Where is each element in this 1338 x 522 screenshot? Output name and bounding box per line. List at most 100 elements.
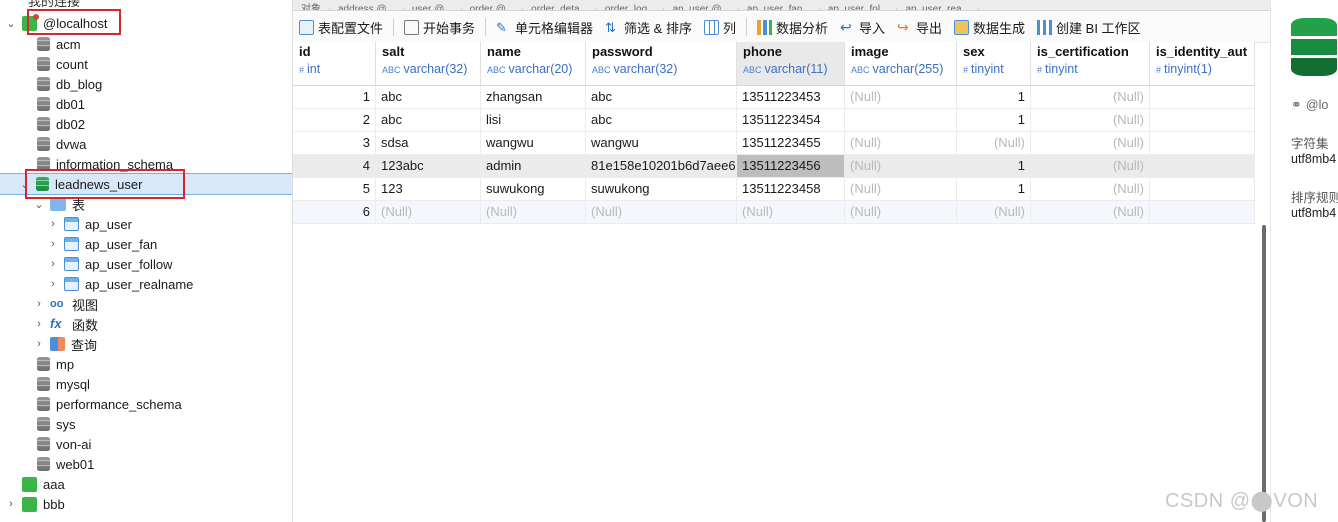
tree-db-db02[interactable]: db02 — [0, 114, 292, 134]
tree-db-count[interactable]: count — [0, 54, 292, 74]
table-cell-name[interactable]: zhangsan — [481, 86, 586, 109]
table-cell-salt[interactable]: sdsa — [376, 132, 481, 155]
table-cell-id[interactable]: 3 — [293, 132, 376, 155]
table-cell-id[interactable]: 2 — [293, 109, 376, 132]
table-cell-name[interactable]: lisi — [481, 109, 586, 132]
table-cell-image[interactable]: (Null) — [845, 178, 957, 201]
table-cell-is-certification[interactable]: (Null) — [1031, 155, 1150, 178]
tree-table-ap-user-realname[interactable]: › ap_user_realname — [0, 274, 292, 294]
table-cell-password[interactable]: 81e158e10201b6d7aee6 — [586, 155, 737, 178]
table-cell-is-identity-aut[interactable] — [1150, 132, 1255, 155]
table-cell-image[interactable]: (Null) — [845, 86, 957, 109]
column-header-is-identity-aut[interactable]: is_identity_aut # tinyint(1) — [1150, 42, 1255, 86]
cell-editor-button[interactable]: ✎ 单元格编辑器 — [490, 14, 599, 40]
chevron-right-icon[interactable]: › — [32, 298, 46, 310]
data-generate-button[interactable]: 数据生成 — [948, 14, 1031, 40]
table-cell-name[interactable]: (Null) — [481, 201, 586, 224]
table-cell-is-certification[interactable]: (Null) — [1031, 178, 1150, 201]
table-config-button[interactable]: 表配置文件 — [293, 14, 389, 40]
tree-connection-aaa[interactable]: aaa — [0, 474, 292, 494]
editor-tab[interactable]: ap_user_fol... — [820, 5, 898, 10]
column-header-password[interactable]: password ABC varchar(32) — [586, 42, 737, 86]
tree-db-db-blog[interactable]: db_blog — [0, 74, 292, 94]
table-cell-password[interactable]: abc — [586, 109, 737, 132]
table-cell-password[interactable]: abc — [586, 86, 737, 109]
column-header-sex[interactable]: sex # tinyint — [957, 42, 1031, 86]
table-cell-image[interactable]: (Null) — [845, 132, 957, 155]
table-cell-is-certification[interactable]: (Null) — [1031, 109, 1150, 132]
table-cell-phone[interactable]: 13511223456 — [737, 155, 845, 178]
table-cell-phone[interactable]: 13511223455 — [737, 132, 845, 155]
column-header-is-certification[interactable]: is_certification # tinyint — [1031, 42, 1150, 86]
chevron-right-icon[interactable]: › — [46, 218, 60, 230]
table-cell-phone[interactable]: 13511223453 — [737, 86, 845, 109]
tree-db-dvwa[interactable]: dvwa — [0, 134, 292, 154]
table-cell-is-identity-aut[interactable] — [1150, 109, 1255, 132]
table-cell-sex[interactable]: 1 — [957, 178, 1031, 201]
table-cell-image[interactable]: (Null) — [845, 201, 957, 224]
editor-tab[interactable]: order_deta... — [523, 5, 597, 10]
chevron-right-icon[interactable]: › — [46, 258, 60, 270]
table-cell-id[interactable]: 6 — [293, 201, 376, 224]
table-cell-salt[interactable]: abc — [376, 109, 481, 132]
table-cell-id[interactable]: 4 — [293, 155, 376, 178]
table-cell-is-identity-aut[interactable] — [1150, 201, 1255, 224]
editor-tab[interactable]: ap_user @... — [664, 5, 739, 10]
tree-db-web01[interactable]: web01 — [0, 454, 292, 474]
chevron-right-icon[interactable]: › — [46, 238, 60, 250]
chevron-right-icon[interactable]: › — [46, 278, 60, 290]
chevron-right-icon[interactable]: › — [4, 498, 18, 510]
tree-db-acm[interactable]: acm — [0, 34, 292, 54]
tree-db-db01[interactable]: db01 — [0, 94, 292, 114]
tree-folder-views[interactable]: › oo 视图 — [0, 294, 292, 314]
table-cell-sex[interactable]: 1 — [957, 86, 1031, 109]
table-cell-image[interactable]: (Null) — [845, 155, 957, 178]
table-cell-sex[interactable]: 1 — [957, 109, 1031, 132]
table-cell-phone[interactable]: (Null) — [737, 201, 845, 224]
editor-tab[interactable]: address @... — [330, 5, 404, 10]
tree-db-mysql[interactable]: mysql — [0, 374, 292, 394]
import-button[interactable]: ↩ 导入 — [834, 14, 891, 40]
table-cell-is-certification[interactable]: (Null) — [1031, 132, 1150, 155]
tree-connection-bbb[interactable]: › bbb — [0, 494, 292, 514]
column-header-image[interactable]: image ABC varchar(255) — [845, 42, 957, 86]
table-cell-sex[interactable]: 1 — [957, 155, 1031, 178]
column-header-name[interactable]: name ABC varchar(20) — [481, 42, 586, 86]
table-cell-salt[interactable]: abc — [376, 86, 481, 109]
table-cell-sex[interactable]: (Null) — [957, 132, 1031, 155]
tree-folder-functions[interactable]: › fx 函数 — [0, 314, 292, 334]
export-button[interactable]: ↪ 导出 — [891, 14, 948, 40]
tree-db-mp[interactable]: mp — [0, 354, 292, 374]
editor-tab[interactable]: order @... — [462, 5, 524, 10]
chevron-down-icon[interactable]: ⌄ — [32, 198, 46, 211]
columns-button[interactable]: 列 — [698, 14, 742, 40]
table-cell-id[interactable]: 1 — [293, 86, 376, 109]
editor-tab[interactable]: ap_user_rea... — [897, 5, 979, 10]
table-cell-id[interactable]: 5 — [293, 178, 376, 201]
editor-tab[interactable]: 对象 — [293, 5, 330, 10]
chevron-down-icon[interactable]: ⌄ — [4, 17, 18, 30]
tree-table-ap-user-follow[interactable]: › ap_user_follow — [0, 254, 292, 274]
tree-db-performance-schema[interactable]: performance_schema — [0, 394, 292, 414]
column-header-salt[interactable]: salt ABC varchar(32) — [376, 42, 481, 86]
column-header-phone[interactable]: phone ABC varchar(11) — [737, 42, 845, 86]
table-cell-image[interactable] — [845, 109, 957, 132]
table-cell-salt[interactable]: 123 — [376, 178, 481, 201]
begin-transaction-button[interactable]: 开始事务 — [398, 14, 481, 40]
table-cell-is-identity-aut[interactable] — [1150, 86, 1255, 109]
table-cell-salt[interactable]: 123abc — [376, 155, 481, 178]
table-cell-phone[interactable]: 13511223458 — [737, 178, 845, 201]
table-cell-sex[interactable]: (Null) — [957, 201, 1031, 224]
filter-sort-button[interactable]: ⇅ 筛选 & 排序 — [599, 14, 698, 40]
tree-db-von-ai[interactable]: von-ai — [0, 434, 292, 454]
vertical-scrollbar[interactable] — [1262, 225, 1266, 522]
editor-tab[interactable]: user @... — [404, 5, 462, 10]
tree-table-ap-user-fan[interactable]: › ap_user_fan — [0, 234, 292, 254]
table-cell-salt[interactable]: (Null) — [376, 201, 481, 224]
table-cell-name[interactable]: wangwu — [481, 132, 586, 155]
data-analysis-button[interactable]: 数据分析 — [751, 14, 834, 40]
editor-tab[interactable]: ap_user_fan... — [739, 5, 820, 10]
chevron-right-icon[interactable]: › — [32, 318, 46, 330]
tree-db-sys[interactable]: sys — [0, 414, 292, 434]
table-cell-is-identity-aut[interactable] — [1150, 178, 1255, 201]
